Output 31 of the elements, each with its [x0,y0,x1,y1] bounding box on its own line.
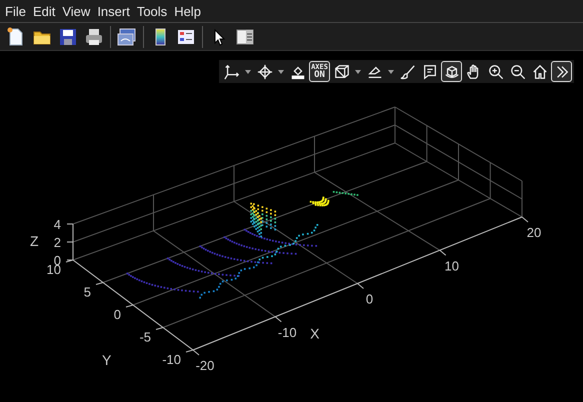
tick-label: 0 [114,307,121,322]
print-icon[interactable] [84,26,104,46]
rotate-3d-icon[interactable] [441,61,462,82]
property-panel-icon[interactable] [235,26,255,46]
tick-label: 5 [84,284,91,300]
z-axis [66,224,74,260]
tick-label: -10 [278,324,297,340]
menu-item[interactable]: File [5,4,26,18]
axis-label: Z [30,233,39,249]
caret-icon[interactable] [278,70,284,74]
tick-label: 0 [366,292,374,306]
caret-icon[interactable] [355,70,361,74]
caret-icon[interactable] [388,70,394,74]
axis-label: Y [102,352,112,368]
menu-item[interactable]: Insert [97,4,130,18]
tick-label: 4 [54,217,61,232]
menu-item[interactable]: Help [174,4,201,18]
menu-item[interactable]: View [62,4,90,18]
save-icon[interactable] [58,26,78,46]
caret-icon[interactable] [245,70,251,74]
menu-item[interactable]: Tools [136,4,168,18]
tick-label: -5 [139,330,151,344]
tick-label: -20 [196,358,214,373]
tick-label: 10 [444,258,459,274]
tick-label: 2 [54,235,61,250]
menu-item[interactable]: Edit [32,4,56,18]
tick-label: -10 [162,352,181,367]
chevrons-icon[interactable] [551,61,572,82]
tick-label: 20 [526,225,542,240]
linked-plot-icon[interactable] [117,26,137,46]
axis-label: X [310,325,320,342]
